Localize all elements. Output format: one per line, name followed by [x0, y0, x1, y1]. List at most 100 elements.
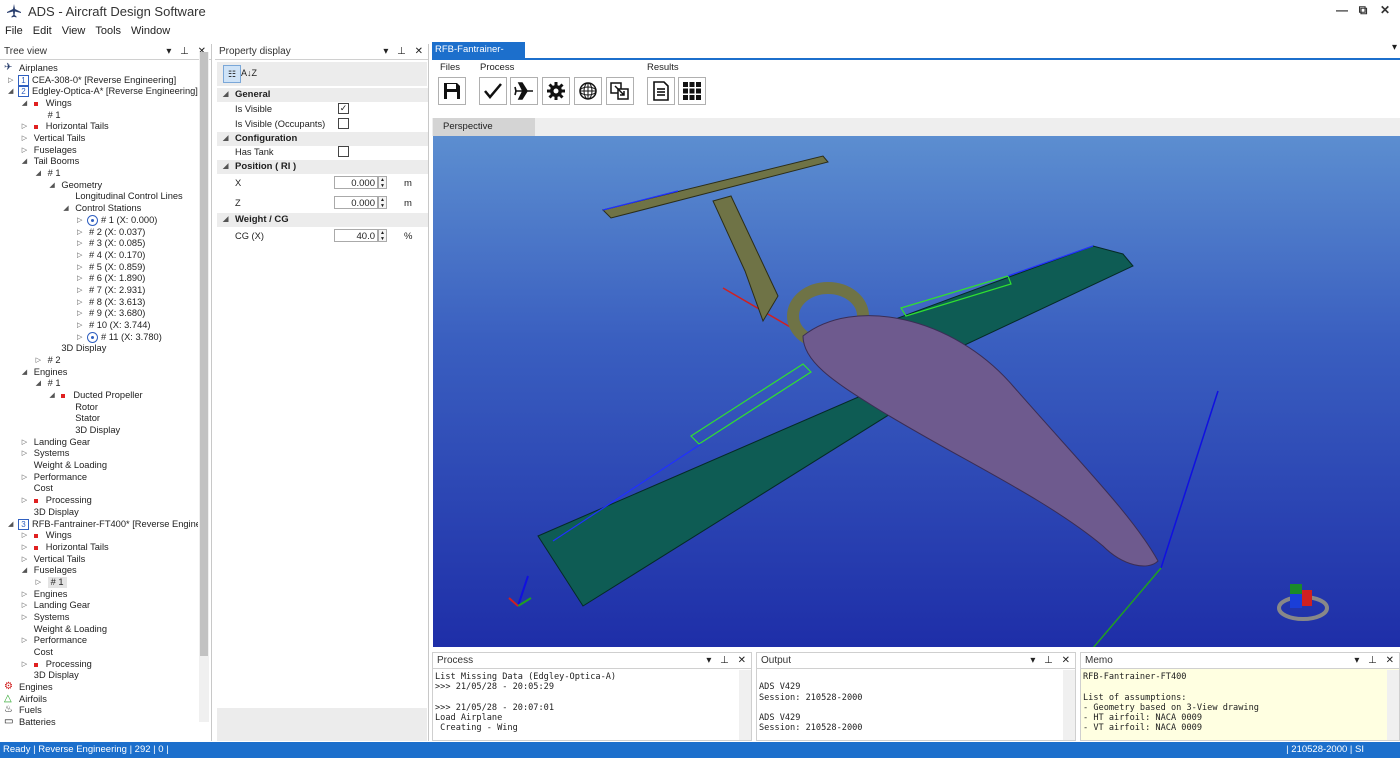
cg-x-input[interactable]: 40.0 [334, 229, 378, 242]
tree-node[interactable]: Systems [34, 448, 70, 459]
collapse-arrow-icon[interactable]: ◢ [22, 368, 27, 376]
tree-node[interactable]: 3D Display [34, 670, 79, 681]
expand-arrow-icon[interactable]: ▷ [77, 286, 82, 294]
maximize-button[interactable]: ⧉ [1352, 3, 1374, 19]
expand-arrow-icon[interactable]: ▷ [22, 496, 27, 504]
collapse-arrow-icon[interactable]: ◢ [8, 520, 13, 528]
export-button[interactable] [606, 77, 634, 105]
tree-node[interactable]: Weight & Loading [34, 460, 107, 471]
expand-arrow-icon[interactable]: ▷ [22, 660, 27, 668]
close-button[interactable]: ✕ [1374, 3, 1396, 19]
tree-node[interactable]: # 1 [48, 378, 61, 389]
view-cube-front[interactable] [1290, 594, 1302, 608]
tree-node[interactable]: # 5 (X: 0.859) [89, 262, 145, 273]
tree-node[interactable]: Wings [46, 98, 72, 109]
collapse-arrow-icon[interactable]: ◢ [49, 391, 54, 399]
settings-button[interactable] [542, 77, 570, 105]
position-z-spinner[interactable]: ▲ ▼ [378, 196, 387, 209]
expand-arrow-icon[interactable]: ▷ [77, 239, 82, 247]
grid-button[interactable] [678, 77, 706, 105]
tree-node[interactable]: Systems [34, 612, 70, 623]
collapse-arrow-icon[interactable]: ◢ [36, 169, 41, 177]
tree-node[interactable]: RFB-Fantrainer-FT400* [Reverse Engineeri… [32, 519, 198, 530]
tab-overflow-icon[interactable]: ▾ [1392, 42, 1397, 53]
tree-node[interactable]: CEA-308-0* [Reverse Engineering] [32, 75, 176, 86]
process-scrollbar[interactable] [739, 670, 751, 740]
tree-node[interactable]: # 3 (X: 0.085) [89, 238, 145, 249]
tree-node[interactable]: # 1 [47, 576, 67, 588]
expand-arrow-icon[interactable]: ▷ [22, 146, 27, 154]
tree-node[interactable]: Control Stations [75, 203, 141, 214]
expand-arrow-icon[interactable]: ▷ [22, 590, 27, 598]
tree-node[interactable]: Horizontal Tails [46, 121, 109, 132]
expand-arrow-icon[interactable]: ▷ [36, 356, 41, 364]
position-x-spinner[interactable]: ▲ ▼ [378, 176, 387, 189]
tree-node[interactable]: Engines [34, 589, 68, 600]
menu-file[interactable]: File [0, 23, 28, 39]
3d-viewport[interactable] [433, 136, 1400, 647]
tree-node[interactable]: # 9 (X: 3.680) [89, 308, 145, 319]
memo-scrollbar[interactable] [1387, 670, 1399, 740]
tree-node[interactable]: Weight & Loading [34, 624, 107, 635]
tree-node[interactable]: # 11 (X: 3.780) [101, 332, 162, 343]
expand-arrow-icon[interactable]: ▷ [77, 333, 82, 341]
expand-arrow-icon[interactable]: ▷ [22, 134, 27, 142]
tree-node[interactable]: Fuselages [34, 565, 77, 576]
tree-node[interactable]: # 6 (X: 1.890) [89, 273, 145, 284]
expand-arrow-icon[interactable]: ▷ [77, 321, 82, 329]
expand-arrow-icon[interactable]: ▷ [77, 216, 82, 224]
tree-node[interactable]: # 7 (X: 2.931) [89, 285, 145, 296]
expand-arrow-icon[interactable]: ▷ [77, 228, 82, 236]
tree-node[interactable]: 3D Display [34, 507, 79, 518]
tree-node[interactable]: Wings [46, 530, 72, 541]
tree-node[interactable]: Edgley-Optica-A* [Reverse Engineering] [32, 86, 198, 97]
tree-node[interactable]: Engines [34, 367, 68, 378]
expand-arrow-icon[interactable]: ▷ [77, 298, 82, 306]
collapse-arrow-icon[interactable]: ◢ [36, 379, 41, 387]
expand-arrow-icon[interactable]: ▷ [22, 543, 27, 551]
cg-x-spinner[interactable]: ▲ ▼ [378, 229, 387, 242]
tree-node[interactable]: # 8 (X: 3.613) [89, 297, 145, 308]
minimize-button[interactable]: — [1331, 3, 1353, 19]
view-cube-side[interactable] [1302, 590, 1312, 606]
check-button[interactable] [479, 77, 507, 105]
tree-node[interactable]: 3D Display [61, 343, 106, 354]
tree-node[interactable]: Cost [34, 647, 53, 658]
tree-node[interactable]: # 10 (X: 3.744) [89, 320, 151, 331]
tree-node[interactable]: Airfoils [19, 694, 47, 705]
collapse-arrow-icon[interactable]: ◢ [22, 157, 27, 165]
tree-node[interactable]: Vertical Tails [34, 554, 86, 565]
category-weight-cg[interactable]: ◢ Weight / CG [217, 213, 428, 227]
panel-header-buttons[interactable]: ▾ ⊥ ✕ [706, 653, 749, 669]
tree-node[interactable]: Performance [34, 635, 87, 646]
expand-arrow-icon[interactable]: ▷ [77, 263, 82, 271]
tree-node[interactable]: Fuels [19, 705, 42, 716]
expand-arrow-icon[interactable]: ▷ [77, 309, 82, 317]
expand-arrow-icon[interactable]: ▷ [22, 531, 27, 539]
panel-header-buttons[interactable]: ▾ ⊥ ✕ [1354, 653, 1397, 669]
airplane-button[interactable] [510, 77, 538, 105]
expand-arrow-icon[interactable]: ▷ [22, 636, 27, 644]
tree-node[interactable]: Processing [46, 495, 92, 506]
collapse-arrow-icon[interactable]: ◢ [8, 87, 13, 95]
alphabetical-sort-icon[interactable]: A↓Z [241, 65, 257, 81]
memo-text[interactable]: RFB-Fantrainer-FT400 List of assumptions… [1081, 672, 1387, 740]
tree-node[interactable]: # 2 (X: 0.037) [89, 227, 145, 238]
tree-node[interactable]: Stator [75, 413, 100, 424]
is-visible-occupants-checkbox[interactable] [338, 118, 349, 129]
collapse-arrow-icon[interactable]: ◢ [63, 204, 68, 212]
tree-node[interactable]: Ducted Propeller [73, 390, 142, 401]
menu-tools[interactable]: Tools [90, 23, 126, 39]
categorized-sort-icon[interactable]: ☷ [223, 65, 241, 83]
expand-arrow-icon[interactable]: ▷ [22, 438, 27, 446]
mesh-button[interactable] [574, 77, 602, 105]
tree-node[interactable]: Vertical Tails [34, 133, 86, 144]
menu-edit[interactable]: Edit [28, 23, 57, 39]
tree-node[interactable]: Engines [19, 682, 53, 693]
expand-arrow-icon[interactable]: ▷ [22, 613, 27, 621]
panel-header-buttons[interactable]: ▾ ⊥ ✕ [383, 44, 426, 60]
menu-view[interactable]: View [57, 23, 91, 39]
tree-node[interactable]: # 4 (X: 0.170) [89, 250, 145, 261]
tree-node[interactable]: Landing Gear [34, 600, 90, 611]
tree-node[interactable]: 3D Display [75, 425, 120, 436]
